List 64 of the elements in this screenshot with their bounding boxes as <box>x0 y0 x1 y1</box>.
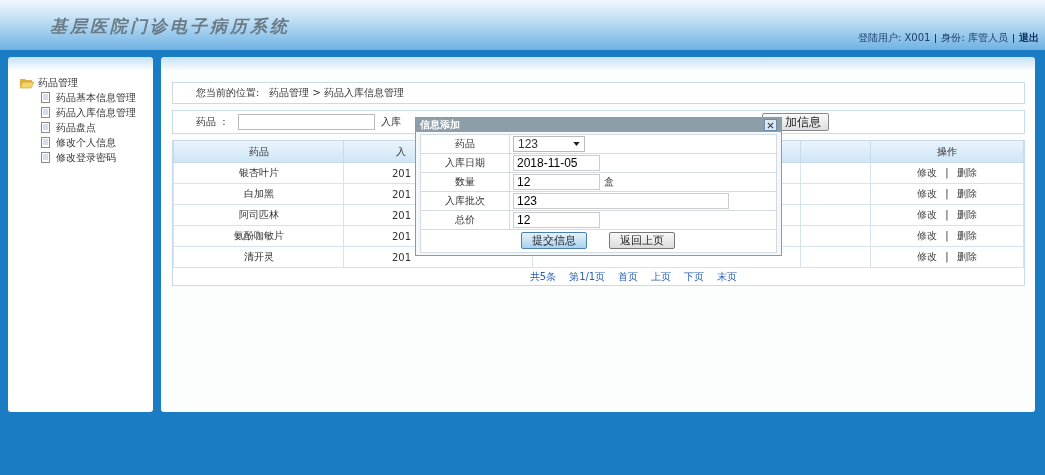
close-icon[interactable] <box>764 119 777 131</box>
action-link[interactable]: 删除 <box>956 230 977 241</box>
user-label: 登陆用户: X001 <box>857 31 931 45</box>
field-label: 药品 <box>421 135 510 153</box>
sidebar-item[interactable]: 修改个人信息 <box>8 135 153 150</box>
document-icon <box>41 92 50 103</box>
field-label: 入库批次 <box>421 192 510 210</box>
field-label: 数量 <box>421 173 510 191</box>
sidebar-item[interactable]: 修改登录密码 <box>8 150 153 165</box>
table-cell: 银杏叶片 <box>173 162 344 184</box>
column-header: 操作 <box>870 141 1024 163</box>
action-link[interactable]: 修改 <box>917 188 938 199</box>
divider: | <box>945 230 949 241</box>
column-header: 药品 <box>173 141 344 163</box>
dialog-title: 信息添加 <box>420 118 460 132</box>
action-link[interactable]: 删除 <box>956 188 977 199</box>
role-label: 身份: 库管人员 <box>941 31 1008 45</box>
document-icon <box>41 122 50 133</box>
input-field[interactable]: 12 <box>513 174 600 190</box>
unit-label: 盒 <box>604 175 614 189</box>
sidebar-item[interactable]: 药品入库信息管理 <box>8 105 153 120</box>
sidebar-group[interactable]: 药品管理 <box>38 76 78 90</box>
breadcrumb-prefix: 您当前的位置: <box>196 86 260 100</box>
action-link[interactable]: 修改 <box>917 230 938 241</box>
submit-button[interactable]: 提交信息 <box>521 232 587 249</box>
sidebar-item[interactable]: 药品盘点 <box>8 120 153 135</box>
action-link[interactable]: 删除 <box>956 251 977 262</box>
logout-link[interactable]: 退出 <box>1019 31 1039 45</box>
divider: | <box>945 188 949 199</box>
action-link[interactable]: 修改 <box>917 167 938 178</box>
divider: | <box>945 209 949 220</box>
sidebar-item[interactable]: 药品基本信息管理 <box>8 90 153 105</box>
document-icon <box>41 107 50 118</box>
site-title: 基层医院门诊电子病历系统 <box>49 15 290 38</box>
input-field[interactable]: 123 <box>513 193 729 209</box>
pager-link[interactable]: 上页 <box>651 269 672 284</box>
pager-link[interactable]: 下页 <box>684 269 705 284</box>
document-icon <box>41 137 50 148</box>
drug-select[interactable]: 123 <box>513 136 585 152</box>
field-label: 入库 <box>379 115 401 129</box>
pager-link[interactable]: 末页 <box>717 269 738 284</box>
field-label: 药品 : <box>195 115 226 129</box>
table-cell: 白加黑 <box>173 183 344 205</box>
field-label: 入库日期 <box>421 154 510 172</box>
caret-icon <box>573 142 580 146</box>
action-link[interactable]: 删除 <box>956 209 977 220</box>
page-count[interactable]: 共5条 <box>529 269 557 284</box>
back-button[interactable]: 返回上页 <box>609 232 675 249</box>
search-field[interactable] <box>237 114 375 130</box>
table-cell: 阿司匹林 <box>173 204 344 226</box>
table-cell: 氨酚咖敏片 <box>173 225 344 247</box>
breadcrumb-path: 药品管理 > 药品入库信息管理 <box>269 86 405 100</box>
action-link[interactable]: 修改 <box>917 251 938 262</box>
action-link[interactable]: 修改 <box>917 209 938 220</box>
action-link[interactable]: 删除 <box>956 167 977 178</box>
input-field[interactable]: 12 <box>513 212 600 228</box>
page-count[interactable]: 第1/1页 <box>569 269 606 284</box>
table-cell: 清开灵 <box>173 246 344 268</box>
document-icon <box>41 152 50 163</box>
pager-link[interactable]: 首页 <box>618 269 639 284</box>
divider: | <box>945 167 949 178</box>
input-field[interactable]: 2018-11-05 <box>513 155 600 171</box>
divider: | <box>945 251 949 262</box>
field-label: 总价 <box>421 211 510 229</box>
